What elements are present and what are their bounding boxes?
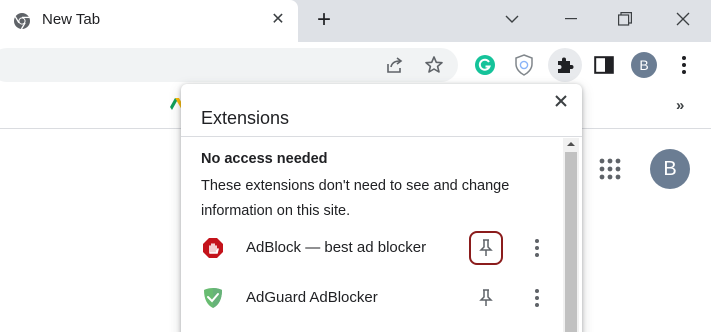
chrome-menu-button[interactable] bbox=[671, 52, 697, 78]
tab-strip: New Tab ✕ + bbox=[0, 0, 711, 42]
extension-name: AdGuard AdBlocker bbox=[246, 289, 378, 306]
tab-new-tab[interactable]: New Tab ✕ bbox=[0, 0, 298, 42]
scrollbar-thumb[interactable] bbox=[565, 152, 577, 332]
grid-icon[interactable] bbox=[598, 157, 622, 181]
new-tab-button[interactable]: + bbox=[312, 8, 336, 32]
kebab-menu-icon bbox=[682, 56, 686, 74]
popup-title: Extensions bbox=[201, 108, 290, 128]
side-panel-button[interactable] bbox=[591, 52, 617, 78]
kebab-menu-icon bbox=[535, 239, 539, 257]
restore-icon bbox=[618, 12, 632, 26]
kebab-menu-icon bbox=[535, 289, 539, 307]
more-actions-button[interactable] bbox=[525, 235, 549, 261]
shield-extension-icon bbox=[515, 54, 533, 76]
adblock-icon bbox=[203, 238, 223, 258]
popup-divider bbox=[181, 136, 582, 137]
pin-button[interactable] bbox=[469, 231, 503, 265]
chrome-icon bbox=[14, 13, 30, 30]
extension-row-adguard[interactable]: AdGuard AdBlocker bbox=[181, 277, 561, 317]
star-icon bbox=[425, 56, 443, 73]
section-heading: No access needed bbox=[201, 151, 328, 167]
profile-avatar: B bbox=[631, 52, 657, 78]
tab-title: New Tab bbox=[42, 11, 101, 28]
pin-icon bbox=[479, 239, 493, 256]
adguard-icon bbox=[204, 288, 222, 308]
close-window-button[interactable] bbox=[667, 6, 699, 32]
popup-scrollbar[interactable] bbox=[563, 138, 579, 332]
chevron-down-icon bbox=[505, 15, 519, 23]
bookmark-star-button[interactable] bbox=[421, 52, 447, 78]
extensions-popup: Extensions No access needed These extens… bbox=[181, 84, 582, 332]
close-tab-icon[interactable]: ✕ bbox=[267, 9, 289, 31]
shield-extension-button[interactable] bbox=[511, 52, 537, 78]
tab-search-button[interactable] bbox=[496, 6, 528, 32]
puzzle-icon bbox=[558, 57, 574, 73]
account-avatar[interactable]: B bbox=[650, 149, 690, 189]
toolbar: B bbox=[0, 42, 711, 87]
minimize-icon bbox=[565, 18, 577, 20]
close-icon bbox=[676, 12, 690, 26]
extensions-button[interactable] bbox=[552, 52, 578, 78]
share-button[interactable] bbox=[382, 52, 408, 78]
share-icon bbox=[387, 57, 403, 73]
more-actions-button[interactable] bbox=[525, 285, 549, 311]
grammarly-extension-button[interactable] bbox=[472, 52, 498, 78]
minimize-button[interactable] bbox=[555, 6, 587, 32]
pin-icon bbox=[479, 289, 493, 306]
extension-row-adblock[interactable]: AdBlock — best ad blocker bbox=[181, 227, 561, 267]
grammarly-icon bbox=[475, 55, 495, 75]
scroll-up-arrow-icon[interactable] bbox=[567, 140, 575, 148]
restore-button[interactable] bbox=[609, 6, 641, 32]
profile-button[interactable]: B bbox=[631, 52, 657, 78]
more-bookmarks-button[interactable]: » bbox=[676, 97, 684, 114]
close-icon[interactable] bbox=[553, 93, 569, 109]
pin-button[interactable] bbox=[469, 281, 503, 315]
side-panel-icon bbox=[594, 56, 614, 74]
extension-name: AdBlock — best ad blocker bbox=[246, 239, 427, 256]
section-description: These extensions don't need to see and c… bbox=[201, 178, 510, 219]
